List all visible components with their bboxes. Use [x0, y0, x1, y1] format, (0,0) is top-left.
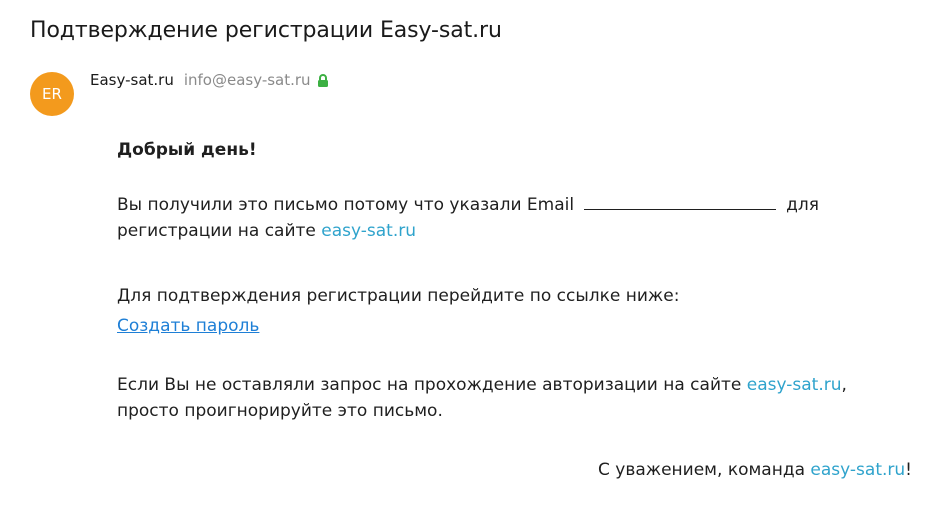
- sender-email[interactable]: info@easy-sat.ru: [184, 71, 311, 89]
- email-subject: Подтверждение регистрации Easy-sat.ru: [30, 18, 502, 43]
- email-notice-for: для: [786, 195, 819, 215]
- signoff: С уважением, команда easy-sat.ru!: [598, 457, 912, 483]
- email-view: Подтверждение регистрации Easy-sat.ru ER…: [0, 0, 944, 510]
- site-link[interactable]: easy-sat.ru: [321, 221, 416, 241]
- create-password-link[interactable]: Создать пароль: [117, 316, 259, 336]
- ignore-notice-comma: ,: [841, 375, 847, 395]
- ignore-notice-line2: просто проигнорируйте это письмо.: [117, 401, 443, 421]
- email-notice-text: Вы получили это письмо потому что указал…: [117, 195, 575, 215]
- site-link[interactable]: easy-sat.ru: [810, 460, 905, 480]
- signoff-exclamation: !: [905, 460, 912, 480]
- confirmation-instruction: Для подтверждения регистрации перейдите …: [117, 286, 680, 306]
- lock-icon: [317, 73, 329, 87]
- greeting: Добрый день!: [117, 140, 257, 160]
- sender-info: Easy-sat.ru info@easy-sat.ru: [90, 70, 329, 90]
- email-blank: [584, 192, 777, 210]
- registration-site-text: регистрации на сайте: [117, 221, 316, 241]
- sender-name[interactable]: Easy-sat.ru: [90, 71, 174, 89]
- sender-avatar[interactable]: ER: [30, 72, 74, 116]
- action-link-line: Создать пароль: [117, 313, 259, 339]
- paragraph-email-notice: Вы получили это письмо потому что указал…: [117, 192, 819, 218]
- ignore-notice: Если Вы не оставляли запрос на прохожден…: [117, 372, 847, 398]
- ignore-notice-text: Если Вы не оставляли запрос на прохожден…: [117, 375, 742, 395]
- paragraph-email-notice-line2: регистрации на сайте easy-sat.ru: [117, 218, 416, 244]
- signoff-text: С уважением, команда: [598, 460, 806, 480]
- site-link[interactable]: easy-sat.ru: [747, 375, 842, 395]
